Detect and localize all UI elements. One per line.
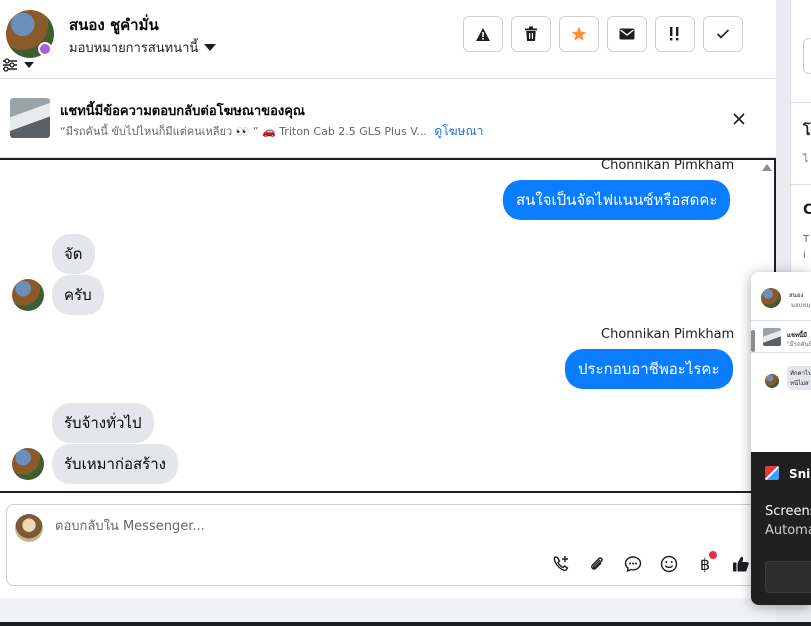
mini-divider (751, 320, 811, 321)
my-avatar (15, 514, 43, 542)
call-add-button[interactable] (549, 552, 573, 576)
mini-assign-label: มอบหมา (791, 302, 811, 309)
assign-label: มอบหมายการสนทนานี้ (69, 41, 199, 56)
ad-thumbnail (10, 98, 50, 138)
scroll-up-arrow[interactable] (762, 164, 772, 171)
mini-message: ทักคาไป หนีไม่ส (787, 366, 811, 390)
mini-message-line: หนีไม่ส (790, 380, 809, 387)
mini-ad-thumbnail (763, 328, 781, 346)
notification-dot (709, 551, 717, 559)
warning-icon (476, 27, 490, 41)
trash-icon (525, 26, 537, 41)
snip-message: Screens (765, 504, 811, 519)
chevron-down-icon (24, 62, 34, 68)
mini-contact-name: สนอง (789, 292, 804, 299)
star-button[interactable] (559, 16, 599, 52)
check-icon (716, 29, 730, 39)
message-incoming[interactable]: รับจ้างทั่วไป (52, 403, 154, 443)
mini-message-line: ทักคาไป (790, 370, 811, 377)
avatar-badge (38, 42, 52, 56)
report-button[interactable] (463, 16, 503, 52)
message-outgoing[interactable]: สนใจเป็นจัดไฟแนนซ์หรือสดคะ (503, 180, 731, 220)
saved-reply-icon (624, 556, 642, 573)
sender-name: Chonnikan Pimkham (601, 327, 735, 342)
details-section-title: C (803, 202, 811, 218)
snip-notification[interactable]: Snip Screens Automa (751, 452, 811, 605)
details-divider (791, 184, 811, 185)
contact-avatar-mini (761, 288, 781, 308)
ad-quote: “มีรถคันนี้ ขับไปไหนก็มีแต่คนเหลียว 👀 ” … (60, 125, 427, 138)
details-section-text: i (803, 250, 806, 261)
follow-up-button[interactable] (655, 16, 695, 52)
mini-banner-quote: "มีรถคันนี้ (787, 341, 811, 348)
sliders-icon (3, 58, 17, 72)
mini-scrollbar[interactable] (751, 330, 755, 352)
taskbar-edge (0, 622, 811, 626)
close-icon (733, 113, 745, 125)
snipping-tool-icon (765, 466, 779, 480)
attach-button[interactable] (585, 552, 609, 576)
message-incoming[interactable]: จัด (52, 234, 95, 274)
chevron-down-icon (204, 44, 217, 51)
mini-divider (751, 352, 811, 353)
snip-title: Snip (789, 467, 811, 481)
conversation-pane: สนอง ชูคำมั่น มอบหมายการสนทนานี้ แชทนี้ม… (0, 0, 776, 598)
message-outgoing[interactable]: ประกอบอาชีพอะไรคะ (565, 349, 733, 389)
reply-composer: ฿ (6, 504, 770, 586)
paperclip-icon (591, 557, 603, 570)
snip-action-button[interactable] (765, 561, 811, 593)
baht-icon: ฿ (699, 554, 711, 574)
filter-button[interactable] (2, 58, 34, 72)
delete-button[interactable] (511, 16, 551, 52)
reply-input[interactable] (55, 519, 705, 534)
thumbs-up-icon (733, 556, 749, 572)
header-actions (463, 16, 743, 52)
contact-avatar-mini (765, 374, 779, 388)
message-thread[interactable]: Chonnikan Pimkham สนใจเป็นจัดไฟแนนซ์หรือ… (0, 158, 776, 493)
details-panel: โ ไ C T i (790, 0, 811, 300)
mini-chat-window[interactable]: สนอง มอบหมา แชทนี้มี "มีรถคันนี้ ทักคาไป… (751, 272, 811, 605)
composer-tools: ฿ (549, 551, 753, 576)
mark-done-button[interactable] (703, 16, 743, 52)
details-search-box[interactable] (803, 38, 811, 74)
payment-button[interactable]: ฿ (693, 551, 717, 576)
sender-name: Chonnikan Pimkham (601, 158, 735, 173)
details-section-text: T (803, 234, 810, 245)
close-banner-button[interactable] (728, 108, 750, 130)
star-icon (571, 26, 587, 41)
conversation-header: สนอง ชูคำมั่น มอบหมายการสนทนานี้ (0, 0, 776, 79)
saved-reply-button[interactable] (621, 552, 645, 576)
snip-message-secondary: Automa (765, 523, 811, 538)
like-button[interactable] (729, 552, 753, 576)
banner-ad-line: “มีรถคันนี้ ขับไปไหนก็มีแต่คนเหลียว 👀 ” … (60, 122, 483, 141)
ad-reply-banner: แชทนี้มีข้อความตอบกลับต่อโฆษณาของคุณ “มี… (0, 80, 776, 158)
details-divider (791, 102, 811, 103)
phone-add-icon (553, 556, 569, 571)
envelope-icon (619, 28, 635, 40)
mark-unread-button[interactable] (607, 16, 647, 52)
contact-name[interactable]: สนอง ชูคำมั่น (69, 13, 159, 37)
message-incoming[interactable]: ครับ (52, 275, 104, 315)
details-section-title: โ (803, 123, 811, 139)
emoji-button[interactable] (657, 552, 681, 576)
assign-dropdown[interactable]: มอบหมายการสนทนานี้ (69, 37, 217, 58)
message-incoming[interactable]: รับเหมาก่อสร้าง (52, 444, 178, 484)
view-ad-link[interactable]: ดูโฆษณา (434, 124, 483, 138)
details-section-text: ไ (803, 154, 809, 165)
emoji-icon (660, 555, 678, 573)
contact-avatar-small (12, 279, 44, 311)
contact-avatar-small (12, 448, 44, 480)
banner-title: แชทนี้มีข้อความตอบกลับต่อโฆษณาของคุณ (60, 104, 305, 119)
priority-icon (670, 27, 679, 41)
